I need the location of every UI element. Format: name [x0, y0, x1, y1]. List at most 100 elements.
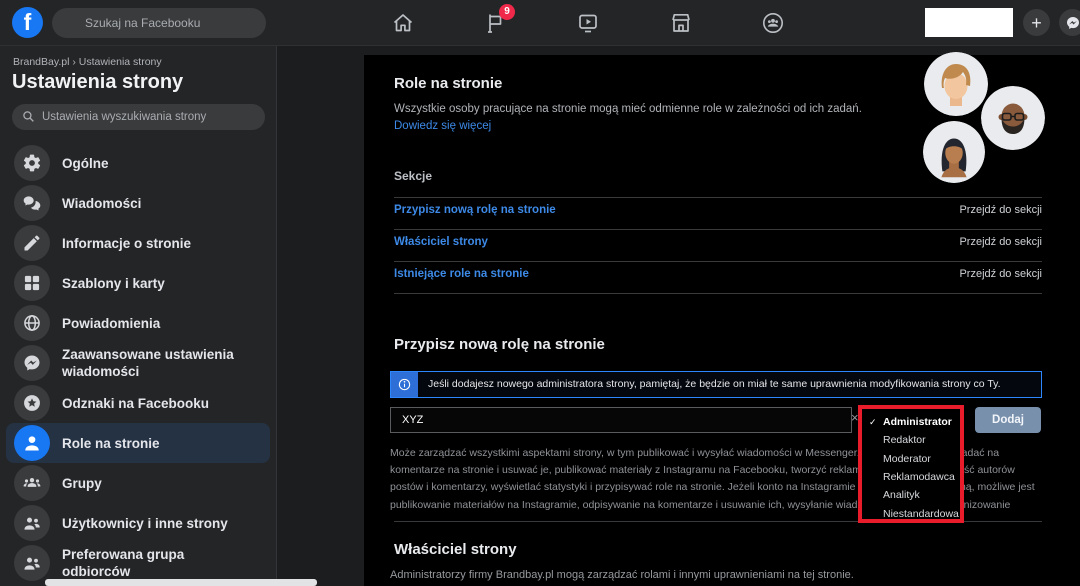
goto-section-link[interactable]: Przejdź do sekcji [959, 204, 1042, 216]
sidebar-item-wiadomosci[interactable]: Wiadomości [0, 183, 276, 223]
messenger-icon [14, 345, 50, 381]
divider [394, 229, 1042, 230]
people-group-icon [14, 465, 50, 501]
breadcrumb: BrandBay.pl › Ustawienia strony [0, 46, 276, 68]
horizontal-scrollbar-thumb[interactable] [45, 579, 317, 586]
role-option-redaktor[interactable]: Redaktor [862, 431, 960, 449]
tab-groups[interactable] [749, 6, 797, 40]
sidebar-item-odznaki[interactable]: Odznaki na Facebooku [0, 383, 276, 423]
audience-icon [14, 545, 50, 581]
settings-sidebar: BrandBay.pl › Ustawienia strony Ustawien… [0, 46, 277, 586]
goto-section-link[interactable]: Przejdź do sekcji [959, 268, 1042, 280]
storefront-icon [669, 11, 693, 35]
sidebar-item-role-na-stronie[interactable]: Role na stronie [6, 423, 270, 463]
role-option-moderator[interactable]: Moderator [862, 450, 960, 468]
section-title-roles: Role na stronie [394, 75, 502, 92]
sidebar-item-label: Zaawansowane ustawienia wiadomości [62, 346, 252, 380]
assign-role-link[interactable]: Przypisz nową rolę na stronie [394, 204, 556, 216]
search-icon [22, 110, 35, 123]
sidebar-item-uzytkownicy[interactable]: Użytkownicy i inne strony [0, 503, 276, 543]
chat-bubbles-icon [14, 185, 50, 221]
assign-role-title: Przypisz nową rolę na stronie [394, 336, 605, 353]
create-button[interactable]: + [1023, 9, 1050, 36]
role-option-analityk[interactable]: Analityk [862, 486, 960, 504]
role-option-label: Administrator [883, 416, 952, 428]
pencil-icon [14, 225, 50, 261]
sections-label: Sekcje [394, 169, 432, 183]
sidebar-item-label: Odznaki na Facebooku [62, 395, 209, 412]
avatar-1 [924, 52, 988, 116]
info-banner-text: Jeśli dodajesz nowego administratora str… [418, 372, 1011, 397]
section-row-existing: Istniejące role na stronie Przejdź do se… [394, 268, 1042, 280]
sidebar-item-label: Informacje o stronie [62, 235, 191, 252]
goto-section-link[interactable]: Przejdź do sekcji [959, 236, 1042, 248]
home-icon [391, 11, 415, 35]
role-option-administrator[interactable]: ✓ Administrator [862, 413, 960, 431]
existing-roles-link[interactable]: Istniejące role na stronie [394, 268, 529, 280]
section-row-assign: Przypisz nową rolę na stronie Przejdź do… [394, 204, 1042, 216]
facebook-logo-icon[interactable]: f [12, 7, 43, 38]
sidebar-item-label: Ogólne [62, 155, 109, 172]
avatar-2 [981, 86, 1045, 150]
role-option-label: Niestandardowa [883, 508, 959, 520]
role-option-niestandardowa[interactable]: Niestandardowa [862, 504, 960, 522]
notification-badge: 9 [499, 4, 515, 20]
plus-icon: + [1031, 10, 1042, 36]
sidebar-item-ogolne[interactable]: Ogólne [0, 143, 276, 183]
info-banner: Jeśli dodajesz nowego administratora str… [390, 371, 1042, 398]
sidebar-item-label: Użytkownicy i inne strony [62, 515, 228, 532]
assign-role-input[interactable] [390, 407, 852, 433]
role-option-label: Moderator [883, 453, 931, 465]
settings-search-input[interactable] [12, 104, 265, 130]
person-icon [14, 425, 50, 461]
settings-menu: Ogólne Wiadomości Informacje o stronie S… [0, 143, 276, 583]
sidebar-item-zaawansowane[interactable]: Zaawansowane ustawienia wiadomości [0, 343, 276, 383]
groups-icon [761, 11, 785, 35]
global-search-input[interactable] [52, 8, 266, 38]
role-dropdown-annotation: ✓ Administrator Redaktor Moderator Rekla… [858, 405, 964, 523]
check-icon: ✓ [869, 417, 877, 428]
sidebar-item-label: Grupy [62, 475, 102, 492]
messenger-icon [1065, 15, 1080, 31]
sidebar-item-label: Powiadomienia [62, 315, 160, 332]
info-icon [391, 372, 418, 397]
learn-more-link[interactable]: Dowiedz się więcej [394, 120, 491, 132]
owner-description: Administratorzy firmy Brandbay.pl mogą z… [390, 569, 854, 581]
sidebar-item-informacje[interactable]: Informacje o stronie [0, 223, 276, 263]
watch-icon [576, 11, 600, 35]
role-option-label: Analityk [883, 489, 920, 501]
sidebar-item-preferowana-grupa[interactable]: Preferowana grupa odbiorców [0, 543, 276, 583]
sidebar-item-powiadomienia[interactable]: Powiadomienia [0, 303, 276, 343]
two-people-icon [14, 505, 50, 541]
gear-icon [14, 145, 50, 181]
sidebar-item-label: Preferowana grupa odbiorców [62, 546, 252, 580]
section-row-owner: Właściciel strony Przejdź do sekcji [394, 236, 1042, 248]
messenger-button[interactable] [1059, 9, 1080, 36]
sidebar-item-grupy[interactable]: Grupy [0, 463, 276, 503]
tab-watch[interactable] [564, 6, 612, 40]
divider [394, 293, 1042, 294]
sidebar-item-label: Wiadomości [62, 195, 141, 212]
tab-home[interactable] [379, 6, 427, 40]
add-button[interactable]: Dodaj [975, 407, 1041, 433]
page-owner-link[interactable]: Właściciel strony [394, 236, 488, 248]
divider [394, 197, 1042, 198]
top-bar: f 9 + [0, 0, 1080, 46]
facebook-page-settings: f 9 + BrandBay.pl › Ustawienia strony Us… [0, 0, 1080, 586]
divider [394, 261, 1042, 262]
sidebar-item-label: Role na stronie [62, 435, 160, 452]
role-option-reklamodawca[interactable]: Reklamodawca [862, 468, 960, 486]
globe-icon [14, 305, 50, 341]
grid-icon [14, 265, 50, 301]
sidebar-item-szablony[interactable]: Szablony i karty [0, 263, 276, 303]
owner-title: Właściciel strony [394, 541, 517, 558]
page-title: Ustawienia strony [12, 71, 276, 94]
roles-intro: Wszystkie osoby pracujące na stronie mog… [394, 101, 902, 135]
role-option-label: Redaktor [883, 434, 926, 446]
roles-intro-text: Wszystkie osoby pracujące na stronie mog… [394, 103, 862, 115]
clear-input-icon[interactable]: × [851, 410, 859, 425]
sidebar-item-label: Szablony i karty [62, 275, 165, 292]
tab-marketplace[interactable] [657, 6, 705, 40]
avatar-3 [923, 121, 985, 183]
star-badge-icon [14, 385, 50, 421]
